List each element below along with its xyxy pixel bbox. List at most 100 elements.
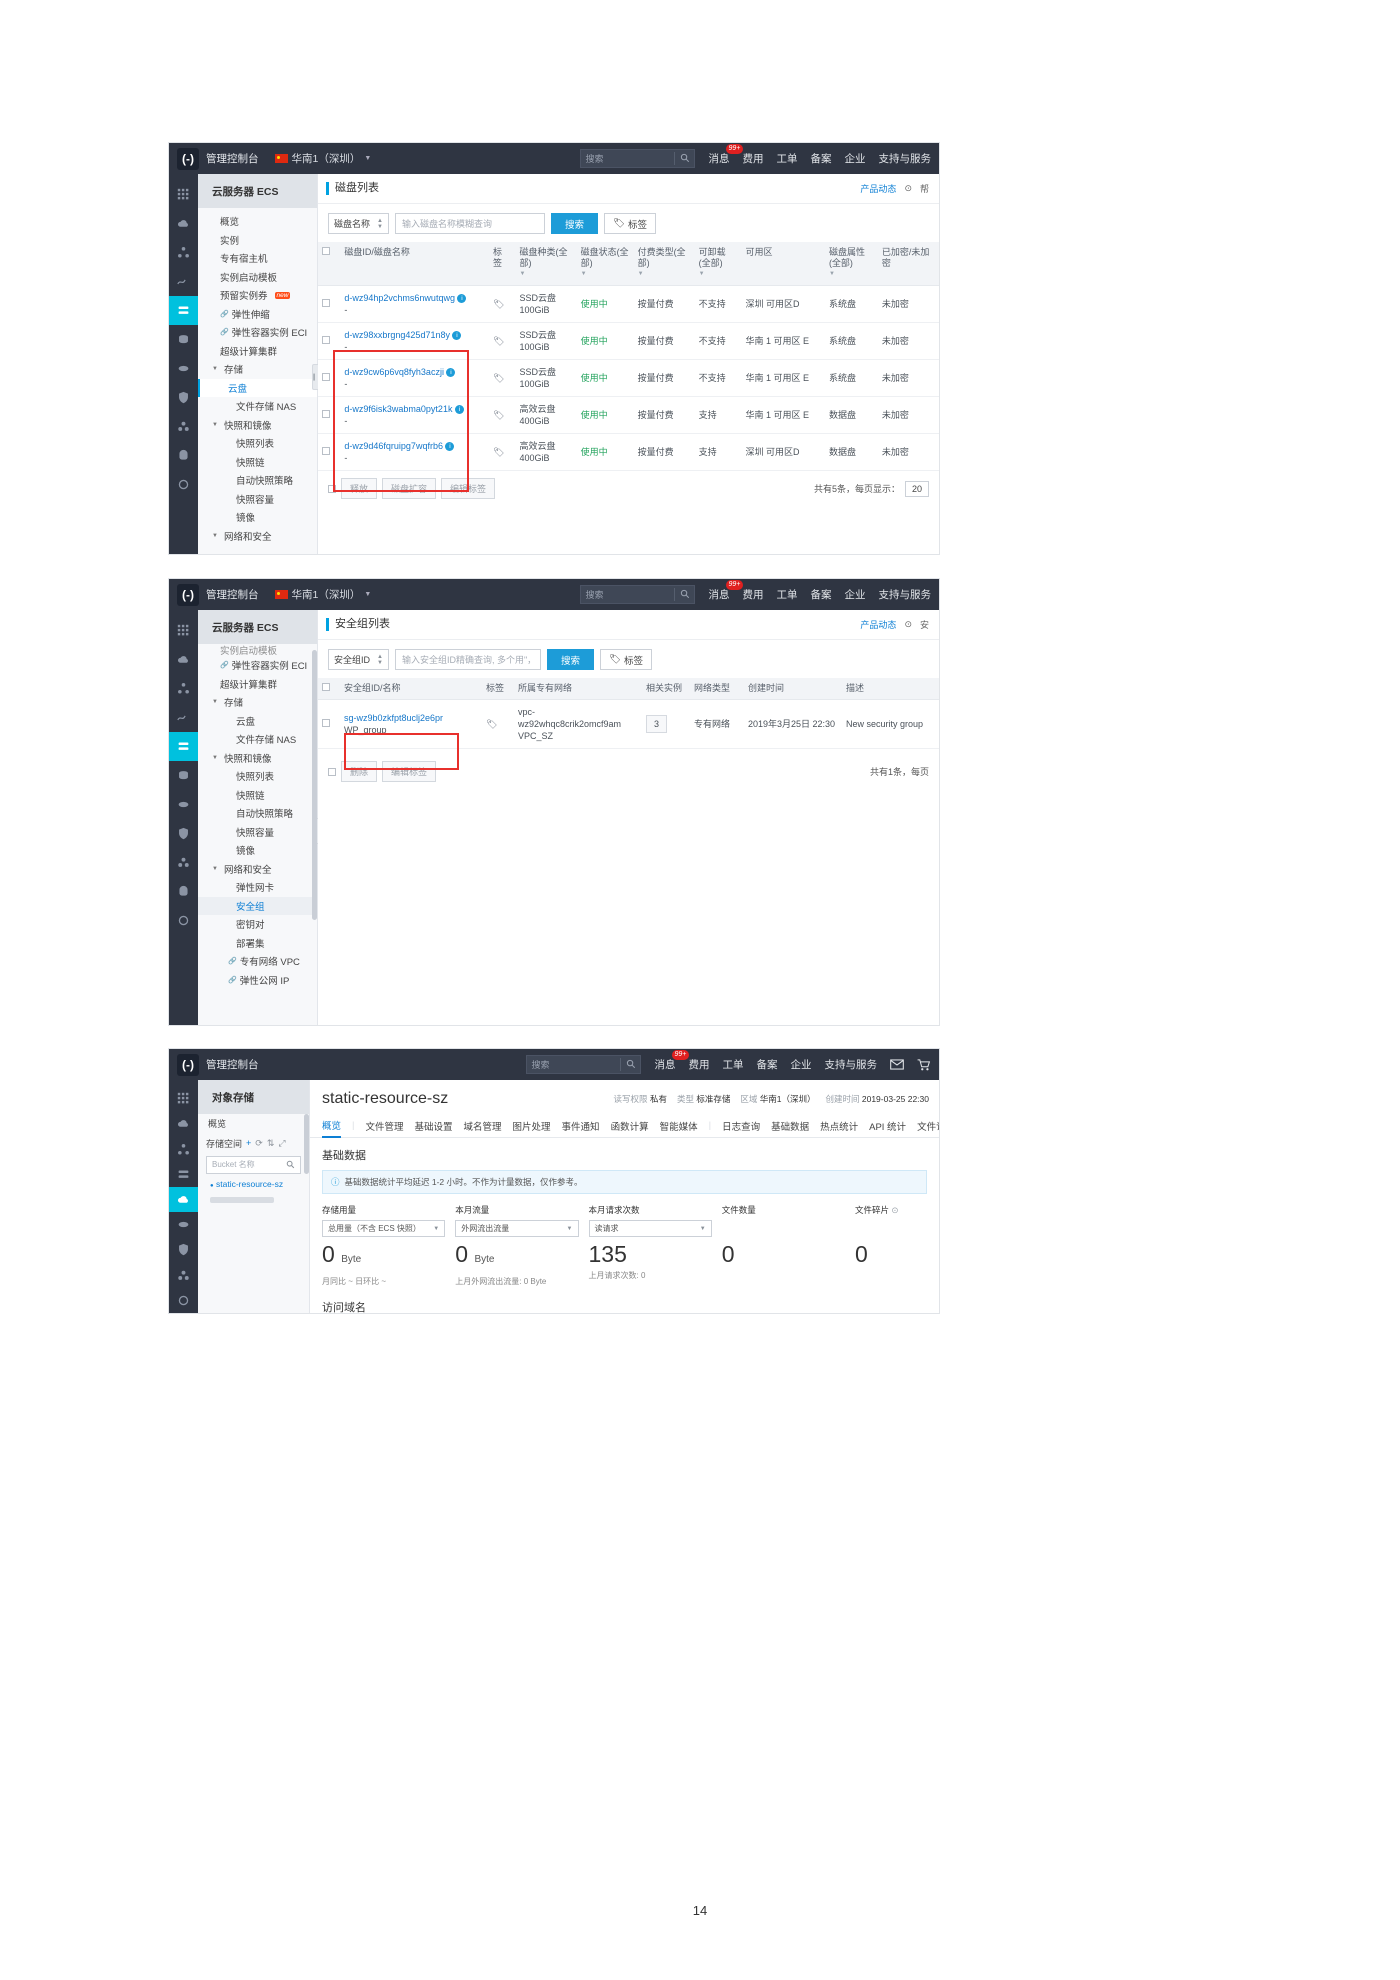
row-checkbox[interactable]: [322, 299, 330, 307]
sidebar-group-snapshots[interactable]: ▼快照和镜像: [198, 416, 317, 435]
sidebar-item-eci[interactable]: 🔗弹性容器实例 ECI: [198, 323, 317, 342]
search-button[interactable]: 搜索: [551, 213, 598, 234]
tag-filter-button[interactable]: 🏷 标签: [600, 649, 652, 670]
rail-database-icon[interactable]: [169, 354, 198, 383]
nav-enterprise[interactable]: 企业: [845, 151, 866, 166]
rail-security-icon[interactable]: [169, 1237, 198, 1262]
console-logo-icon[interactable]: (-): [177, 1054, 199, 1076]
tab-image-processing[interactable]: 图片处理: [513, 1114, 551, 1138]
rail-accounts-icon[interactable]: [169, 848, 198, 877]
product-dynamics-link[interactable]: 产品动态: [860, 182, 896, 195]
rail-more-icon[interactable]: [169, 906, 198, 935]
metric-select[interactable]: 读请求 ▼: [589, 1220, 712, 1237]
rail-network-icon[interactable]: [169, 674, 198, 703]
console-logo-icon[interactable]: (-): [177, 148, 199, 170]
tab-api-stats[interactable]: API 统计: [869, 1114, 906, 1138]
tag-filter-button[interactable]: 🏷 标签: [604, 213, 656, 234]
refresh-icon[interactable]: ⟳: [255, 1138, 263, 1149]
sidebar-item-eci[interactable]: 🔗弹性容器实例 ECI: [198, 656, 317, 675]
rail-analytics-icon[interactable]: [169, 703, 198, 732]
console-logo-icon[interactable]: (-): [177, 584, 199, 606]
rail-database-icon[interactable]: [169, 790, 198, 819]
sidebar-item-snapshot-list[interactable]: 快照列表: [198, 767, 317, 786]
footer-select-all-checkbox[interactable]: [328, 485, 336, 493]
nav-enterprise[interactable]: 企业: [845, 587, 866, 602]
rail-security-icon[interactable]: [169, 383, 198, 412]
info-icon[interactable]: i: [445, 442, 454, 451]
rail-security-icon[interactable]: [169, 819, 198, 848]
sidebar-item-instances[interactable]: 实例: [198, 231, 317, 250]
tag-icon[interactable]: 🏷: [486, 719, 497, 729]
global-search-input[interactable]: 搜索: [580, 585, 695, 604]
rail-ecs-icon[interactable]: [169, 296, 198, 325]
help-icon[interactable]: ⊙: [904, 183, 912, 194]
sidebar-item-vpc[interactable]: 🔗专有网络 VPC: [198, 952, 317, 971]
edit-tags-button[interactable]: 编辑标签: [441, 478, 495, 499]
row-checkbox[interactable]: [322, 336, 330, 344]
tab-event-notification[interactable]: 事件通知: [562, 1114, 600, 1138]
disk-id-link[interactable]: d-wz9d46fqruipg7wqfrb6: [344, 441, 443, 451]
nav-tickets[interactable]: 工单: [723, 1057, 744, 1072]
sidebar-group-network-security[interactable]: ▼网络和安全: [198, 527, 317, 546]
sidebar-item-disks[interactable]: 云盘: [198, 379, 317, 398]
row-checkbox[interactable]: [322, 447, 330, 455]
disk-id-link[interactable]: d-wz9cw6p6vq8fyh3aczji: [344, 367, 444, 377]
metric-select[interactable]: 总用量（不含 ECS 快照） ▼: [322, 1220, 445, 1237]
rail-network-icon[interactable]: [169, 238, 198, 267]
region-selector[interactable]: 华南1（深圳） ▼: [275, 587, 372, 602]
sidebar-item-launch-template[interactable]: 实例启动模板: [198, 268, 317, 287]
tab-domains[interactable]: 域名管理: [464, 1114, 502, 1138]
nav-icp[interactable]: 备案: [811, 587, 832, 602]
rail-database-icon[interactable]: [169, 1212, 198, 1237]
sidebar-item-autoscaling[interactable]: 🔗弹性伸缩: [198, 305, 317, 324]
sidebar-item-deployment-sets[interactable]: 部署集: [198, 934, 317, 953]
rail-ecs-icon[interactable]: [169, 732, 198, 761]
nav-icp[interactable]: 备案: [811, 151, 832, 166]
sidebar-item-images[interactable]: 镜像: [198, 841, 317, 860]
bucket-item-selected[interactable]: ● static-resource-sz: [198, 1176, 309, 1192]
sidebar-item-overview[interactable]: 概览: [198, 212, 317, 231]
rail-oss-icon[interactable]: [169, 1187, 198, 1212]
sidebar-item-security-groups[interactable]: 安全组: [198, 897, 317, 916]
rail-more-icon[interactable]: [169, 1288, 198, 1313]
info-icon[interactable]: i: [452, 331, 461, 340]
cart-icon[interactable]: [917, 1059, 931, 1071]
sidebar-item-launch-template[interactable]: 实例启动模板: [198, 644, 317, 656]
nav-billing[interactable]: 费用: [743, 587, 764, 602]
expand-icon[interactable]: ⤢: [278, 1138, 285, 1149]
footer-select-all-checkbox[interactable]: [328, 768, 336, 776]
sidebar-scrollbar[interactable]: [304, 1114, 309, 1174]
rail-storage-icon[interactable]: [169, 761, 198, 790]
rail-cloud-icon[interactable]: [169, 645, 198, 674]
tag-icon[interactable]: 🏷: [493, 299, 504, 309]
sidebar-item-snapshot-list[interactable]: 快照列表: [198, 434, 317, 453]
table-row[interactable]: d-wz94hp2vchms6nwutqwg i - 🏷 SSD云盘100GiB…: [318, 286, 939, 323]
info-icon[interactable]: i: [455, 405, 464, 414]
tab-file-access-stats[interactable]: 文件访问统计: [917, 1114, 939, 1138]
tag-icon[interactable]: 🏷: [493, 373, 504, 383]
sidebar-item-auto-snapshot-policy[interactable]: 自动快照策略: [198, 804, 317, 823]
col-detachable[interactable]: 可卸载(全部)▼: [695, 242, 742, 286]
tab-overview[interactable]: 概览: [322, 1114, 341, 1138]
sg-search-input[interactable]: 输入安全组ID精确查询, 多个用"，"隔开: [395, 649, 541, 670]
sidebar-item-disks[interactable]: 云盘: [198, 712, 317, 731]
sidebar-item-eni[interactable]: 弹性网卡: [198, 878, 317, 897]
sidebar-item-images[interactable]: 镜像: [198, 508, 317, 527]
mail-icon[interactable]: [890, 1059, 904, 1071]
sidebar-scrollbar[interactable]: [312, 650, 317, 920]
rail-ai-icon[interactable]: [169, 441, 198, 470]
col-disk-status[interactable]: 磁盘状态(全部)▼: [577, 242, 634, 286]
metric-select[interactable]: 外网流出流量 ▼: [455, 1220, 578, 1237]
sidebar-group-network-security[interactable]: ▼网络和安全: [198, 860, 317, 879]
rail-analytics-icon[interactable]: [169, 267, 198, 296]
search-button[interactable]: 搜索: [547, 649, 594, 670]
tab-log-query[interactable]: 日志查询: [722, 1114, 760, 1138]
sidebar-group-snapshots[interactable]: ▼快照和镜像: [198, 749, 317, 768]
nav-enterprise[interactable]: 企业: [791, 1057, 812, 1072]
row-checkbox[interactable]: [322, 410, 330, 418]
tag-icon[interactable]: 🏷: [493, 336, 504, 346]
bucket-item-blurred[interactable]: [198, 1192, 309, 1208]
tab-basic-data[interactable]: 基础数据: [771, 1114, 809, 1138]
sidebar-item-nas[interactable]: 文件存储 NAS: [198, 397, 317, 416]
filter-field-select[interactable]: 磁盘名称 ▲▼: [328, 213, 389, 234]
